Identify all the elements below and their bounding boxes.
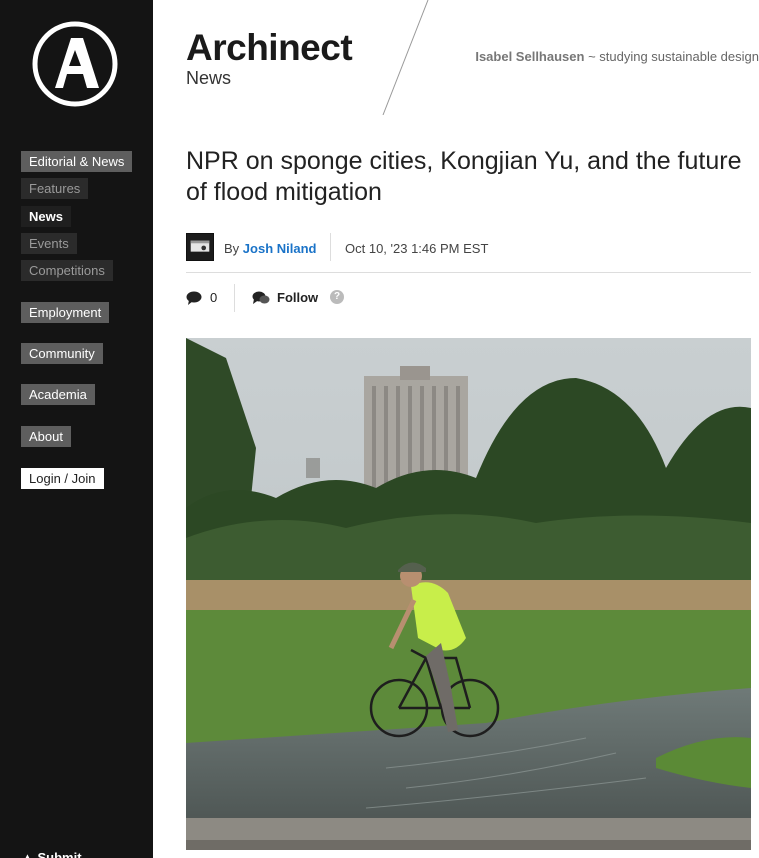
submit-link[interactable]: ▲ Submit <box>21 850 82 858</box>
meta-divider <box>186 272 751 273</box>
user-tagline: ~ studying sustainable design <box>584 49 759 64</box>
follow-button[interactable]: Follow <box>252 290 318 305</box>
nav-academia[interactable]: Academia <box>21 384 95 405</box>
comment-count: 0 <box>210 290 218 305</box>
nav-editorial-news[interactable]: Editorial & News <box>21 151 133 172</box>
post-date: Oct 10, '23 1:46 PM EST <box>345 241 489 256</box>
nav-community[interactable]: Community <box>21 343 103 364</box>
byline: By Josh Niland <box>224 241 316 256</box>
sidebar: Editorial & News Features News Events Co… <box>0 0 153 858</box>
user-info[interactable]: Isabel Sellhausen ~ studying sustainable… <box>475 49 759 64</box>
author-link[interactable]: Josh Niland <box>243 241 317 256</box>
help-icon[interactable]: ? <box>330 290 344 304</box>
nav-employment[interactable]: Employment <box>21 302 110 323</box>
archinect-logo-icon[interactable] <box>31 20 119 108</box>
byline-divider <box>330 233 331 261</box>
follow-icon <box>252 291 270 304</box>
login-join-button[interactable]: Login / Join <box>21 468 104 489</box>
article-photo <box>186 338 751 850</box>
submit-arrow-icon: ▲ <box>21 850 38 858</box>
author-avatar[interactable] <box>186 233 214 261</box>
article-title: NPR on sponge cities, Kongjian Yu, and t… <box>186 147 742 206</box>
section-title[interactable]: News <box>186 68 231 89</box>
comments-button[interactable]: 0 <box>186 290 217 305</box>
by-prefix: By <box>224 241 243 256</box>
submit-label: Submit <box>37 850 82 858</box>
comment-icon <box>186 291 202 305</box>
brand-title[interactable]: Archinect <box>186 28 353 68</box>
nav-about[interactable]: About <box>21 426 71 447</box>
nav-events[interactable]: Events <box>21 233 77 254</box>
user-name[interactable]: Isabel Sellhausen <box>475 49 584 64</box>
nav-features[interactable]: Features <box>21 178 89 199</box>
nav-competitions[interactable]: Competitions <box>21 260 113 281</box>
follow-label: Follow <box>277 290 319 305</box>
action-divider <box>234 284 235 312</box>
header-divider <box>382 0 429 115</box>
nav-news[interactable]: News <box>21 206 71 227</box>
